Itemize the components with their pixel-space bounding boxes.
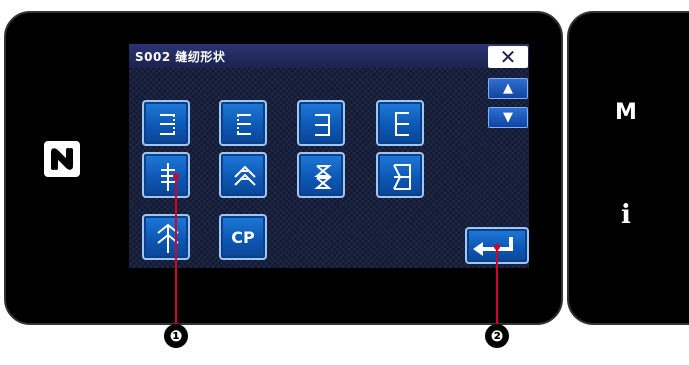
straight-bartack-pattern-2-icon	[395, 112, 409, 136]
pattern-button-chevron[interactable]	[219, 152, 267, 198]
pattern-button-cp[interactable]: CP	[219, 214, 267, 260]
title-bar: S002 缝纫形状	[129, 44, 529, 68]
mode-key[interactable]: M	[596, 100, 656, 125]
scroll-down-button[interactable]: ▼	[488, 107, 528, 128]
chevron-pattern-icon	[234, 165, 256, 186]
trapezoid-pattern-icon	[393, 164, 411, 190]
pattern-button-arrow[interactable]	[142, 214, 190, 260]
pattern-button-cross-bartack[interactable]	[142, 152, 190, 198]
close-button[interactable]: ✕	[488, 46, 528, 68]
pattern-button-straight-2[interactable]	[376, 100, 424, 146]
double-triangle-pattern-icon	[314, 165, 332, 189]
pattern-button-zigzag-2[interactable]	[219, 100, 267, 146]
touch-screen: S002 缝纫形状 ✕ ▲ ▼ CP	[129, 44, 529, 268]
arrow-pattern-icon	[157, 223, 179, 253]
callout-2-line	[496, 249, 498, 324]
cp-label: CP	[231, 228, 255, 247]
pattern-button-straight-1[interactable]	[297, 100, 345, 146]
side-key-panel	[567, 11, 689, 325]
screen-title: S002 缝纫形状	[135, 50, 226, 64]
zigzag-pattern-1-icon	[160, 114, 175, 135]
callout-1-number: ❶	[164, 324, 188, 348]
pattern-button-trapezoid[interactable]	[376, 152, 424, 198]
pattern-button-zigzag-1[interactable]	[142, 100, 190, 146]
straight-bartack-pattern-1-icon	[315, 114, 330, 136]
cross-bartack-pattern-icon	[161, 163, 175, 191]
scroll-up-button[interactable]: ▲	[488, 78, 528, 99]
callout-1-line	[175, 178, 177, 324]
pattern-button-double-triangle[interactable]	[297, 152, 345, 198]
callout-2-number: ❷	[485, 324, 509, 348]
info-key[interactable]: i	[596, 200, 656, 230]
nfc-icon	[44, 141, 80, 177]
zigzag-pattern-2-icon	[237, 114, 251, 135]
